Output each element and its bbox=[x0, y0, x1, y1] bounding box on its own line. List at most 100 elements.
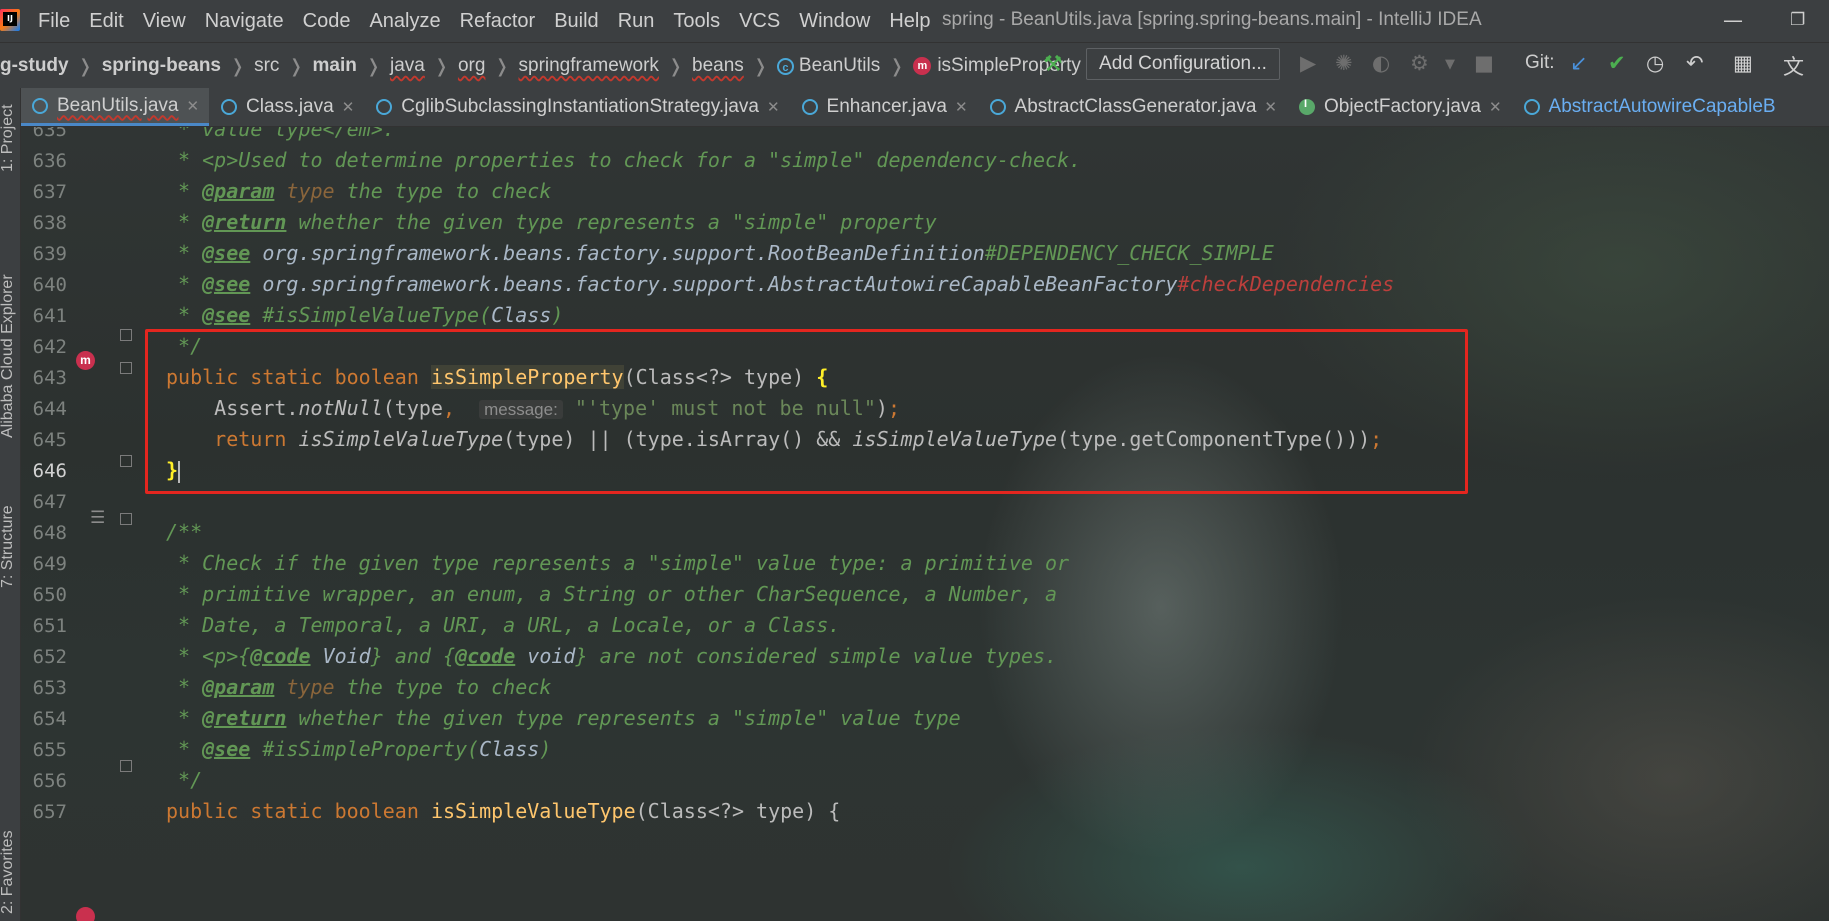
debug-icon[interactable]: ✺ bbox=[1335, 51, 1353, 75]
code-line[interactable]: * Date, a Temporal, a URI, a URL, a Loca… bbox=[166, 610, 840, 641]
tool-project[interactable]: 1: Project bbox=[0, 104, 17, 172]
menu-run[interactable]: Run bbox=[618, 10, 655, 33]
fold-marker-icon[interactable] bbox=[120, 513, 132, 525]
coverage-icon[interactable]: ◐ bbox=[1372, 51, 1390, 75]
close-icon[interactable]: ✕ bbox=[1264, 98, 1277, 116]
code-line[interactable]: } bbox=[166, 455, 181, 486]
code-line[interactable]: return isSimpleValueType(type) || (type.… bbox=[166, 424, 1382, 455]
tab-enhancer[interactable]: Enhancer.java ✕ bbox=[790, 88, 978, 126]
menu-vcs[interactable]: VCS bbox=[739, 10, 780, 33]
fold-marker-icon[interactable] bbox=[120, 760, 132, 772]
left-tool-strip: 1: Project Alibaba Cloud Explorer 7: Str… bbox=[0, 88, 21, 921]
line-number: 640 bbox=[32, 274, 67, 296]
add-configuration-button[interactable]: Add Configuration... bbox=[1086, 48, 1280, 80]
menu-window[interactable]: Window bbox=[799, 10, 870, 33]
tab-cglib-strategy[interactable]: CglibSubclassingInstantiationStrategy.ja… bbox=[364, 88, 789, 126]
close-icon[interactable]: ✕ bbox=[767, 98, 780, 116]
menu-view[interactable]: View bbox=[143, 10, 186, 33]
editor-gutter: 635 636 637 638 639 640 641 642 643 644 645 646 647 6… bbox=[21, 127, 151, 921]
interface-icon bbox=[1298, 98, 1315, 115]
tool-alibaba-cloud-explorer[interactable]: Alibaba Cloud Explorer bbox=[0, 274, 17, 438]
code-line[interactable]: * primitive wrapper, an enum, a String o… bbox=[166, 579, 1057, 610]
breadcrumb-main[interactable]: main bbox=[313, 55, 357, 77]
tool-favorites[interactable]: 2: Favorites bbox=[0, 830, 17, 914]
code-line[interactable]: * @see org.springframework.beans.factory… bbox=[166, 269, 1394, 300]
window-title: spring - BeanUtils.java [spring.spring-b… bbox=[942, 9, 1482, 30]
method-override-icon[interactable] bbox=[76, 907, 95, 921]
chevron-right-icon: ❭ bbox=[752, 55, 768, 77]
history-clock-icon[interactable]: ◷ bbox=[1646, 51, 1664, 75]
code-line[interactable]: * value type</em>. bbox=[166, 127, 395, 145]
code-line[interactable]: * @return whether the given type represe… bbox=[166, 703, 961, 734]
breadcrumb-springframework[interactable]: springframework bbox=[519, 55, 659, 77]
chevron-down-icon[interactable]: ▼ bbox=[1445, 57, 1455, 72]
method-override-icon[interactable]: m bbox=[76, 351, 95, 370]
line-number: 655 bbox=[32, 739, 67, 761]
breadcrumb-project[interactable]: g-study bbox=[0, 55, 69, 77]
code-line[interactable]: * @see #isSimpleProperty(Class) bbox=[166, 734, 551, 765]
minimize-icon[interactable]: — bbox=[1723, 8, 1743, 32]
code-line[interactable]: * @see #isSimpleValueType(Class) bbox=[166, 300, 563, 331]
render-doc-icon[interactable]: ☰ bbox=[90, 508, 105, 528]
tab-label: Class.java bbox=[246, 96, 334, 117]
stop-icon[interactable]: ■ bbox=[1474, 51, 1494, 75]
code-line[interactable]: /** bbox=[166, 517, 202, 548]
tab-label: AbstractAutowireCapableB bbox=[1548, 96, 1776, 117]
breadcrumb-org[interactable]: org bbox=[458, 55, 485, 77]
fold-marker-icon[interactable] bbox=[120, 329, 132, 341]
editor-tabs: BeanUtils.java ✕ Class.java ✕ CglibSubcl… bbox=[20, 88, 1829, 127]
breadcrumb-src[interactable]: src bbox=[254, 55, 279, 77]
breadcrumb-module[interactable]: spring-beans bbox=[102, 55, 221, 77]
fold-marker-icon[interactable] bbox=[120, 455, 132, 467]
menu-build[interactable]: Build bbox=[554, 10, 598, 33]
breadcrumb-class[interactable]: c BeanUtils bbox=[776, 55, 880, 77]
code-line[interactable]: * @param type the type to check bbox=[166, 176, 551, 207]
run-icon[interactable]: ▶ bbox=[1300, 51, 1316, 75]
menu-navigate[interactable]: Navigate bbox=[205, 10, 284, 33]
code-line[interactable]: * <p>{@code Void} and {@code void} are n… bbox=[166, 641, 1057, 672]
build-hammer-icon[interactable]: ⚒ bbox=[1043, 51, 1063, 77]
project-structure-icon[interactable]: ▦ bbox=[1733, 51, 1753, 75]
close-icon[interactable]: ✕ bbox=[955, 98, 968, 116]
chevron-right-icon: ❭ bbox=[365, 55, 381, 77]
menu-refactor[interactable]: Refactor bbox=[460, 10, 536, 33]
close-icon[interactable]: ✕ bbox=[186, 97, 199, 115]
tool-structure[interactable]: 7: Structure bbox=[0, 505, 17, 588]
close-icon[interactable]: ✕ bbox=[342, 98, 355, 116]
tab-abstract-autowire[interactable]: AbstractAutowireCapableB bbox=[1512, 88, 1786, 126]
code-line[interactable]: * <p>Used to determine properties to che… bbox=[166, 145, 1081, 176]
tab-object-factory[interactable]: ObjectFactory.java ✕ bbox=[1287, 88, 1512, 126]
code-line[interactable]: * @param type the type to check bbox=[166, 672, 551, 703]
restore-icon[interactable]: ❐ bbox=[1790, 10, 1805, 30]
tab-class[interactable]: Class.java ✕ bbox=[209, 88, 364, 126]
breadcrumb: g-study ❭ spring-beans ❭ src ❭ main ❭ ja… bbox=[0, 43, 1081, 89]
code-line[interactable]: */ bbox=[166, 765, 202, 796]
breadcrumb-beans[interactable]: beans bbox=[692, 55, 744, 77]
menu-code[interactable]: Code bbox=[303, 10, 351, 33]
line-number: 654 bbox=[32, 708, 67, 730]
code-line[interactable]: * @return whether the given type represe… bbox=[166, 207, 937, 238]
menu-tools[interactable]: Tools bbox=[673, 10, 720, 33]
tab-abstract-class-generator[interactable]: AbstractClassGenerator.java ✕ bbox=[978, 88, 1287, 126]
code-line[interactable]: * @see org.springframework.beans.factory… bbox=[166, 238, 1274, 269]
code-line[interactable]: public static boolean isSimpleProperty(C… bbox=[166, 362, 828, 393]
git-update-icon[interactable]: ↙ bbox=[1570, 51, 1588, 75]
class-icon bbox=[989, 99, 1006, 115]
code-line[interactable]: * Check if the given type represents a "… bbox=[166, 548, 1069, 579]
menu-file[interactable]: File bbox=[38, 10, 70, 33]
breadcrumb-java[interactable]: java bbox=[390, 55, 425, 77]
code-editor[interactable]: 635 636 637 638 639 640 641 642 643 644 645 646 647 6… bbox=[21, 127, 1829, 921]
menu-analyze[interactable]: Analyze bbox=[369, 10, 440, 33]
fold-marker-icon[interactable] bbox=[120, 362, 132, 374]
menu-edit[interactable]: Edit bbox=[89, 10, 123, 33]
code-line[interactable]: Assert.notNull(type, message: "'type' mu… bbox=[166, 393, 900, 424]
menu-help[interactable]: Help bbox=[889, 10, 930, 33]
translate-icon[interactable]: 文 bbox=[1783, 51, 1804, 81]
code-line[interactable]: public static boolean isSimpleValueType(… bbox=[166, 796, 840, 827]
profile-icon[interactable]: ⚙ bbox=[1410, 51, 1429, 75]
git-commit-check-icon[interactable]: ✔ bbox=[1608, 51, 1626, 75]
rollback-icon[interactable]: ↶ bbox=[1686, 51, 1704, 75]
code-line[interactable]: */ bbox=[166, 331, 202, 362]
close-icon[interactable]: ✕ bbox=[1489, 98, 1502, 116]
tab-beanutils[interactable]: BeanUtils.java ✕ bbox=[20, 88, 210, 126]
